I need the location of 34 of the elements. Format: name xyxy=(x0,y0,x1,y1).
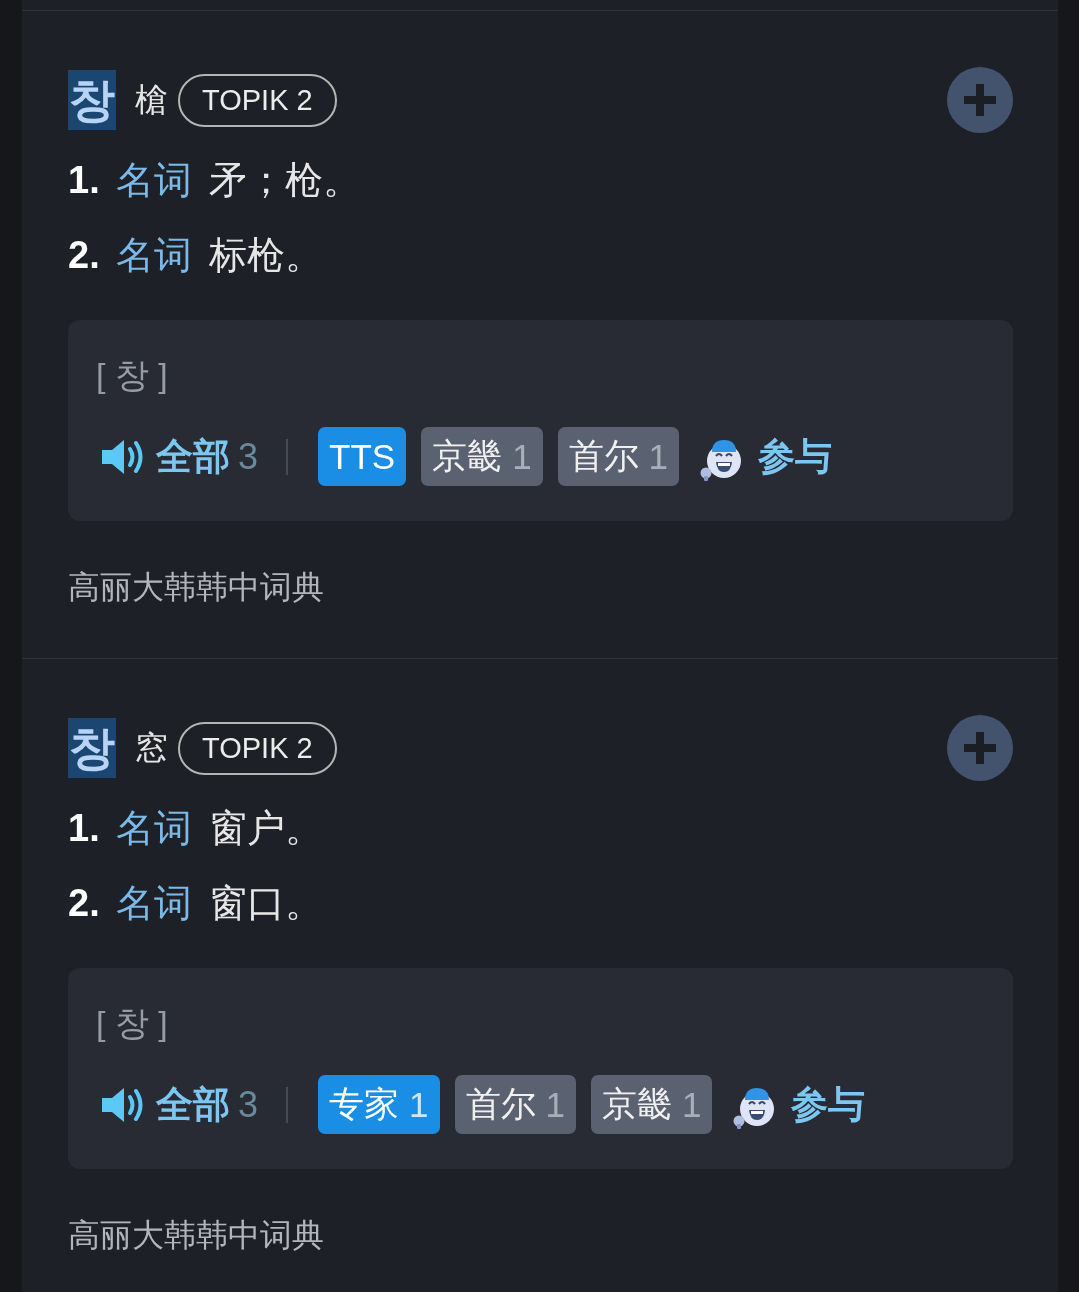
definition: 窗口。 xyxy=(209,880,323,926)
hanja-text: 窓 xyxy=(135,728,168,768)
level-badge: TOPIK 2 xyxy=(178,721,337,775)
definition: 窗户。 xyxy=(209,805,323,851)
hanja-text: 槍 xyxy=(135,80,168,120)
voice-chip[interactable]: TTS xyxy=(318,427,407,486)
part-of-speech: 名词 xyxy=(116,232,192,278)
sense-number: 2. xyxy=(68,232,101,278)
play-all-button[interactable]: 全部 3 xyxy=(100,431,259,482)
plus-icon xyxy=(961,81,999,119)
level-badge: TOPIK 2 xyxy=(178,73,337,127)
headword: 창 xyxy=(68,718,116,778)
part-of-speech: 名词 xyxy=(116,880,192,926)
pronunciation-text: [ 창 ] xyxy=(96,355,168,396)
voice-chip[interactable]: 首尔 1 xyxy=(557,427,680,486)
headword: 창 xyxy=(68,70,116,130)
voice-chip[interactable]: 京畿 1 xyxy=(421,427,543,486)
voice-chip[interactable]: 专家 1 xyxy=(318,1075,440,1134)
voice-chip[interactable]: 首尔 1 xyxy=(454,1075,576,1134)
voice-chip[interactable]: 京畿 1 xyxy=(590,1075,713,1134)
sense-number: 1. xyxy=(68,805,101,851)
participate-button[interactable]: 参与 xyxy=(729,1079,866,1130)
sense-number: 1. xyxy=(68,157,101,203)
play-all-button[interactable]: 全部 3 xyxy=(100,1079,259,1130)
pronunciation-text: [ 창 ] xyxy=(96,1003,168,1044)
definition: 矛；枪。 xyxy=(209,157,361,203)
participate-button[interactable]: 参与 xyxy=(696,431,833,482)
definition: 标枪。 xyxy=(209,232,323,278)
part-of-speech: 名词 xyxy=(116,805,192,851)
source-text: 高丽大韩韩中词典 xyxy=(68,568,324,607)
source-text: 高丽大韩韩中词典 xyxy=(68,1216,324,1255)
part-of-speech: 名词 xyxy=(116,157,192,203)
plus-icon xyxy=(961,729,999,767)
sense-number: 2. xyxy=(68,880,101,926)
